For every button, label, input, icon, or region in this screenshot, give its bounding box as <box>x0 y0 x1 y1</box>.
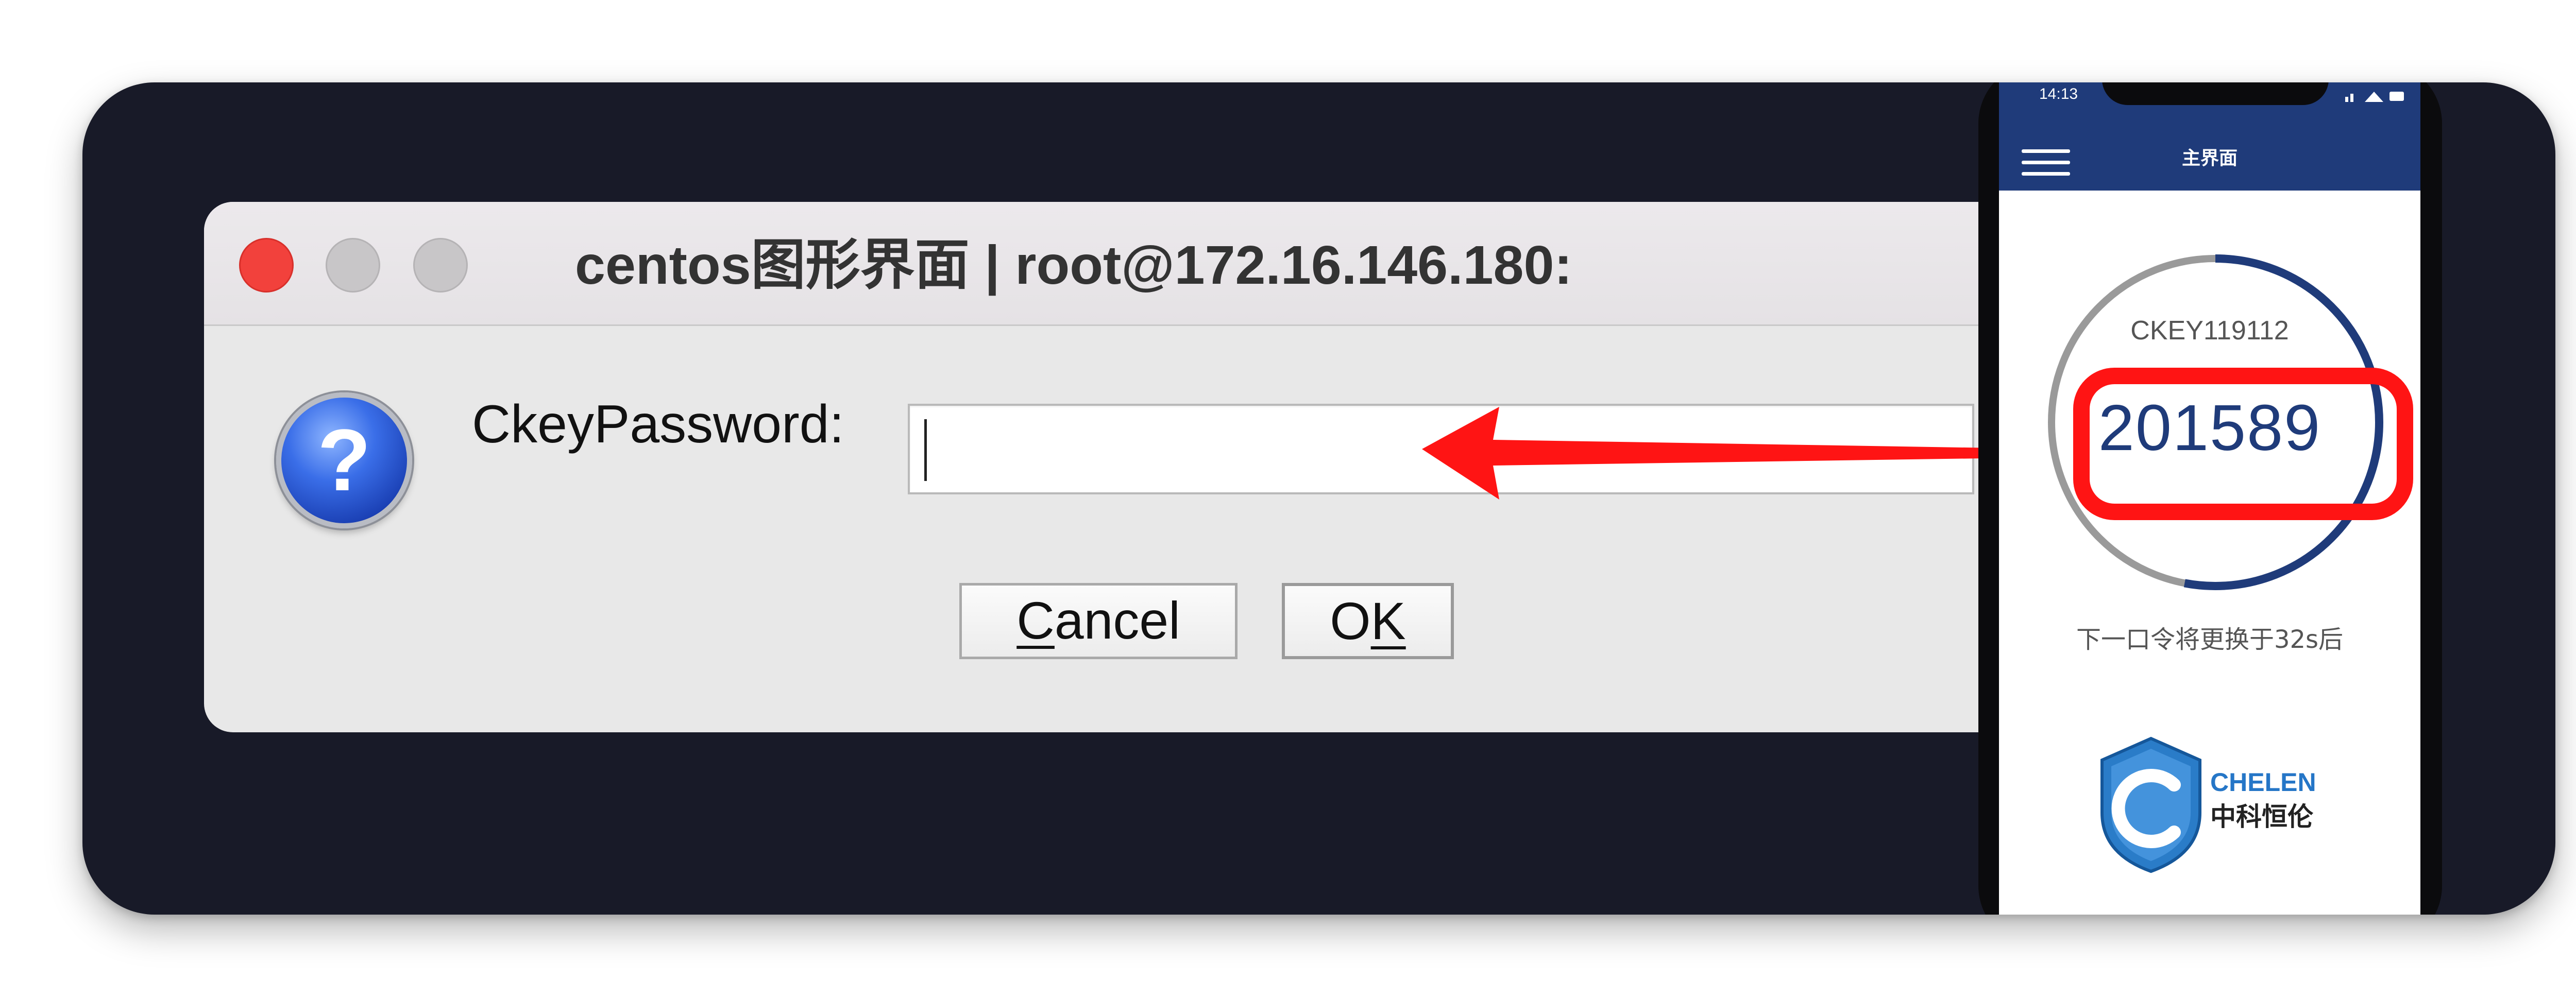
token-app-screen: 14:13 主界面 CKEY119112 201589 下一口令将更换于32s后 <box>1999 82 2420 915</box>
shield-logo-icon <box>2100 736 2201 873</box>
close-window-button[interactable] <box>239 238 294 293</box>
screenshot-scene: centos图形界面 | root@172.16.146.180: ? Ckey… <box>82 82 2555 915</box>
screen-title: 主界面 <box>2181 148 2238 169</box>
question-icon: ? <box>276 392 412 528</box>
refresh-countdown: 下一口令将更换于32s后 <box>2076 625 2344 654</box>
logo-text-en: CHELEN <box>2210 768 2316 797</box>
token-id: CKEY119112 <box>2130 316 2289 346</box>
dialog-titlebar[interactable]: centos图形界面 | root@172.16.146.180: <box>204 202 2265 326</box>
minimize-window-button[interactable] <box>326 238 380 293</box>
phone-notch <box>2102 82 2329 105</box>
ok-mnemonic: K <box>1370 592 1406 650</box>
maximize-window-button[interactable] <box>413 238 468 293</box>
status-time: 14:13 <box>2039 85 2078 102</box>
password-label: CkeyPassword: <box>472 394 844 454</box>
app-header: 主界面 <box>1999 129 2420 191</box>
otp-code: 201589 <box>2098 391 2321 464</box>
text-caret <box>924 419 927 481</box>
dialog-title: centos图形界面 | root@172.16.146.180: <box>575 235 1572 296</box>
logo-text-cn: 中科恒伦 <box>2210 802 2313 832</box>
ok-button[interactable]: OK <box>1282 583 1454 659</box>
cancel-mnemonic: C <box>1016 591 1055 650</box>
cancel-button[interactable]: Cancel <box>959 583 1238 659</box>
status-icons <box>2345 92 2404 102</box>
